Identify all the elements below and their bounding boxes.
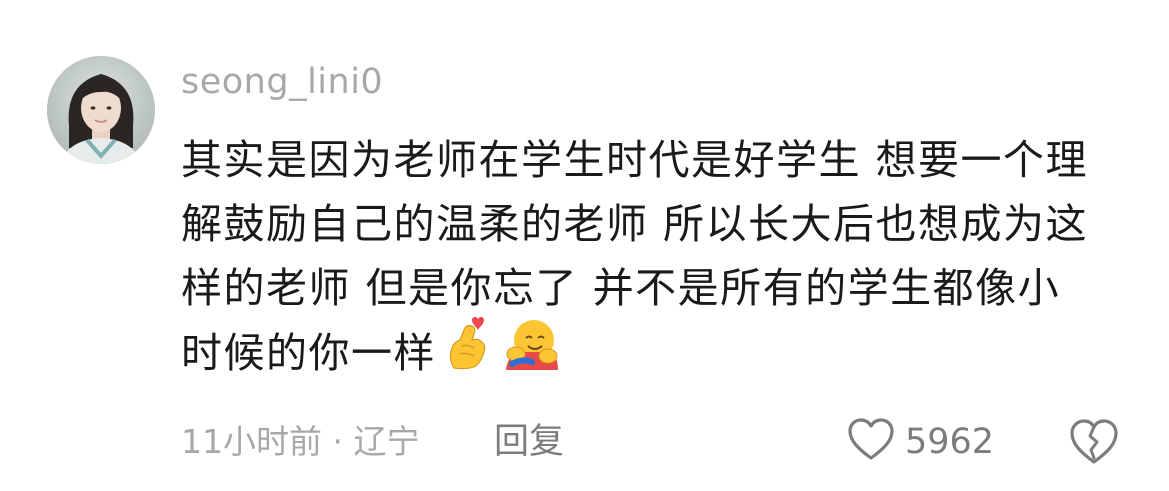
reply-button[interactable]: 回复: [494, 420, 564, 464]
like-button[interactable]: 5962: [847, 418, 994, 466]
comment-text-line: 其实是因为老师在学生时代是好学生 想要一个理: [181, 136, 1089, 184]
broken-heart-icon: [1070, 419, 1118, 464]
comment-text-line: 解鼓励自己的温柔的老师 所以长大后也想成为这: [181, 200, 1089, 248]
comment-text: 其实是因为老师在学生时代是好学生 想要一个理 解鼓励自己的温柔的老师 所以长大后…: [181, 128, 1141, 384]
dislike-button[interactable]: [1068, 418, 1120, 466]
comment-text-line: 样的老师 但是你忘了 并不是所有的学生都像小: [181, 264, 1061, 312]
username[interactable]: seong_lini0: [181, 60, 383, 104]
comment-text-line: 时候的你一样: [181, 329, 436, 377]
hugging-face-emoji: [502, 316, 560, 388]
avatar[interactable]: [47, 56, 155, 164]
comment-item: seong_lini0 其实是因为老师在学生时代是好学生 想要一个理 解鼓励自己…: [0, 0, 1169, 491]
avatar-image: [47, 56, 155, 164]
finger-heart-emoji: [444, 316, 494, 388]
heart-outline-icon: [847, 418, 895, 466]
like-count: 5962: [905, 422, 995, 462]
comment-time-location: 11小时前 · 辽宁: [181, 422, 420, 461]
comment-text-last-line: 时候的你一样: [181, 317, 1141, 384]
